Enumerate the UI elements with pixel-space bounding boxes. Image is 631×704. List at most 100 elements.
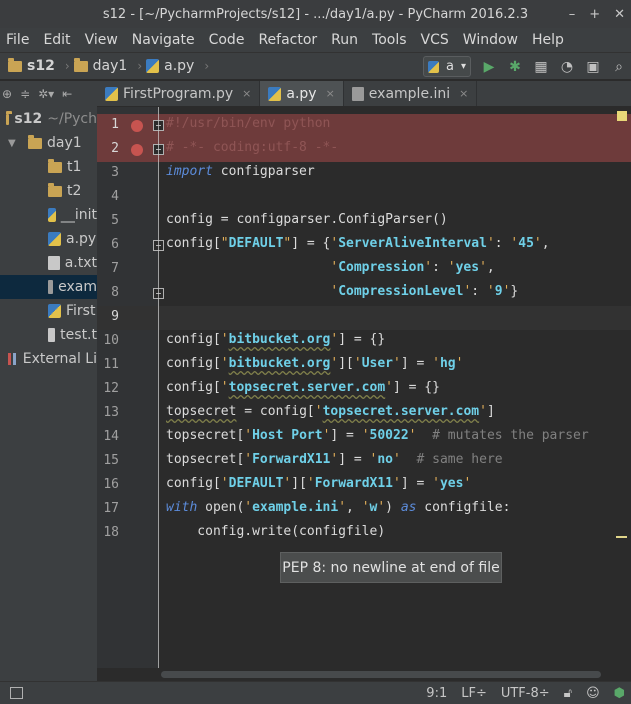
target-icon[interactable]: ⊕: [2, 87, 12, 101]
tree-item-t1[interactable]: t1: [0, 155, 97, 179]
debug-icon[interactable]: ✱: [507, 59, 523, 75]
scrollbar-thumb[interactable]: [161, 671, 601, 678]
chevron-down-icon[interactable]: ▼: [8, 138, 20, 149]
menu-code[interactable]: Code: [209, 32, 251, 48]
search-icon[interactable]: ⌕: [611, 59, 627, 75]
code-line[interactable]: 5 config = configparser.ConfigParser(): [97, 210, 631, 234]
code-text: # -*- coding:utf-8 -*-: [166, 140, 339, 155]
code-text: topsecret = config['topsecret.server.com…: [166, 404, 495, 419]
menu-view[interactable]: View: [85, 32, 124, 48]
event-log-icon[interactable]: ⬢: [614, 686, 625, 701]
menu-navigate[interactable]: Navigate: [132, 32, 201, 48]
file-encoding[interactable]: UTF-8÷: [501, 686, 550, 701]
code-line[interactable]: 11 config['bitbucket.org']['User'] = 'hg…: [97, 354, 631, 378]
run-icon[interactable]: ▶: [481, 59, 497, 75]
line-number: 14: [103, 429, 119, 444]
folder-icon: [48, 158, 62, 173]
status-bar: 9:1 LF÷ UTF-8÷ 🔓︎ ☺ ⬢: [0, 681, 631, 704]
breadcrumb-project[interactable]: s12: [8, 57, 55, 74]
caret-position[interactable]: 9:1: [426, 686, 447, 701]
code-line[interactable]: 16 config['DEFAULT']['ForwardX11'] = 'ye…: [97, 474, 631, 498]
code-line[interactable]: 4: [97, 186, 631, 210]
editor-tabs: FirstProgram.py × a.py × example.ini ×: [97, 81, 631, 107]
breakpoint-icon[interactable]: [131, 120, 143, 132]
tree-item-a-py[interactable]: a.py: [0, 227, 97, 251]
code-line[interactable]: 14 topsecret['Host Port'] = '50022' # mu…: [97, 426, 631, 450]
tree-item-label: test.t: [60, 327, 97, 343]
tab-firstprogram[interactable]: FirstProgram.py ×: [97, 81, 261, 106]
code-line[interactable]: 7 'Compression': 'yes',: [97, 258, 631, 282]
menu-run[interactable]: Run: [331, 32, 364, 48]
code-line[interactable]: 2 # -*- coding:utf-8 -*-: [97, 138, 631, 162]
breadcrumb-folder[interactable]: day1: [73, 57, 128, 74]
code-text: topsecret['Host Port'] = '50022' # mutat…: [166, 428, 589, 443]
close-icon[interactable]: ×: [459, 87, 468, 100]
maximize-icon[interactable]: +: [589, 7, 600, 22]
horizontal-scrollbar[interactable]: [97, 668, 631, 681]
tree-item-project-root[interactable]: s12 ~/Pych: [0, 107, 97, 131]
line-number: 5: [111, 213, 119, 228]
python-file-icon: [428, 60, 439, 73]
breadcrumb-label: day1: [92, 58, 128, 74]
menu-window[interactable]: Window: [463, 32, 524, 48]
tree-item-day1[interactable]: ▼ day1: [0, 131, 97, 155]
tree-item-example-ini[interactable]: exam: [0, 275, 97, 299]
error-stripe-mark[interactable]: [616, 536, 627, 538]
line-number: 4: [111, 189, 119, 204]
inspector-icon[interactable]: ☺: [586, 686, 600, 701]
menu-tools[interactable]: Tools: [372, 32, 413, 48]
close-icon[interactable]: ✕: [614, 7, 625, 22]
collapse-icon[interactable]: ≑: [20, 87, 30, 101]
code-line[interactable]: 10 config['bitbucket.org'] = {}: [97, 330, 631, 354]
code-text: config['DEFAULT']['ForwardX11'] = 'yes': [166, 476, 472, 491]
code-line[interactable]: 17 with open('example.ini', 'w') as conf…: [97, 498, 631, 522]
breakpoint-icon[interactable]: [131, 144, 143, 156]
code-line[interactable]: 6 config["DEFAULT"] = {'ServerAliveInter…: [97, 234, 631, 258]
tree-item-label: First: [66, 303, 96, 319]
menu-help[interactable]: Help: [532, 32, 570, 48]
code-line[interactable]: 15 topsecret['ForwardX11'] = 'no' # same…: [97, 450, 631, 474]
breadcrumb-file[interactable]: a.py: [146, 58, 194, 74]
lock-icon[interactable]: 🔓︎: [564, 686, 572, 701]
sdk-icon[interactable]: ▣: [585, 59, 601, 75]
run-configuration-select[interactable]: a ▾: [423, 56, 471, 77]
code-text: config.write(configfile): [166, 524, 386, 539]
tree-item-label: a.txt: [64, 255, 97, 271]
code-line[interactable]: 12 config['topsecret.server.com'] = {}: [97, 378, 631, 402]
code-line[interactable]: 1 #!/usr/bin/env python: [97, 114, 631, 138]
line-separator[interactable]: LF÷: [461, 686, 487, 701]
menu-vcs[interactable]: VCS: [421, 32, 455, 48]
tree-item-external-libraries[interactable]: External Li: [0, 347, 97, 371]
code-line[interactable]: 3 import configparser: [97, 162, 631, 186]
tab-example-ini[interactable]: example.ini ×: [344, 81, 478, 106]
code-line[interactable]: 18 config.write(configfile): [97, 522, 631, 546]
menu-file[interactable]: File: [6, 32, 35, 48]
gear-icon[interactable]: ✲▾: [38, 87, 54, 101]
tree-item-a-txt[interactable]: a.txt: [0, 251, 97, 275]
tree-item-test-txt[interactable]: test.t: [0, 323, 97, 347]
tree-item-firstprogram[interactable]: First: [0, 299, 97, 323]
tree-item-t2[interactable]: t2: [0, 179, 97, 203]
line-number: 11: [103, 357, 119, 372]
profile-icon[interactable]: ◔: [559, 59, 575, 75]
warning-indicator-icon[interactable]: [617, 111, 627, 121]
tree-item-init[interactable]: __init: [0, 203, 97, 227]
code-line-current[interactable]: 9: [97, 306, 631, 330]
minimize-icon[interactable]: –: [569, 7, 576, 22]
tool-windows-icon[interactable]: [10, 687, 23, 699]
breadcrumb-label: s12: [27, 58, 55, 74]
python-file-icon: [105, 86, 118, 101]
menu-refactor[interactable]: Refactor: [258, 32, 323, 48]
hide-icon[interactable]: ⇤: [62, 87, 72, 101]
menu-edit[interactable]: Edit: [43, 32, 76, 48]
close-icon[interactable]: ×: [326, 87, 335, 100]
line-number: 1: [111, 117, 119, 132]
tab-a-py[interactable]: a.py ×: [260, 81, 344, 106]
code-line[interactable]: 13 topsecret = config['topsecret.server.…: [97, 402, 631, 426]
code-editor[interactable]: 1 #!/usr/bin/env python 2 # -*- coding:u…: [97, 107, 631, 668]
coverage-icon[interactable]: ▦: [533, 59, 549, 75]
close-icon[interactable]: ×: [242, 87, 251, 100]
code-line[interactable]: 8 'CompressionLevel': '9'}: [97, 282, 631, 306]
line-number: 12: [103, 381, 119, 396]
gutter-divider: [158, 107, 159, 668]
